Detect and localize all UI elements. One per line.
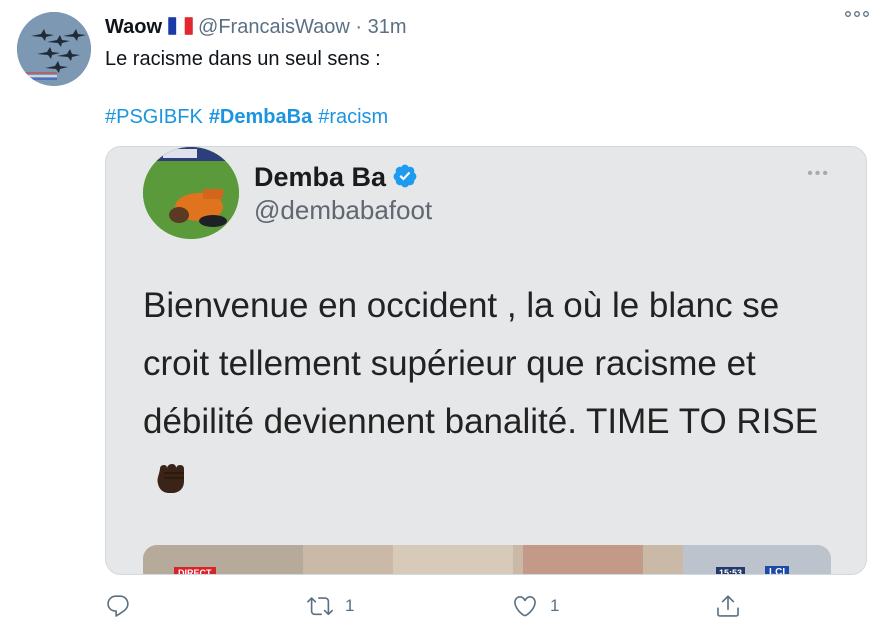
retweet-button[interactable]: 1 — [307, 590, 354, 622]
retweet-icon — [307, 597, 333, 616]
tweet-card[interactable]: Waow @FrancaisWaow · 31m Le racisme dans… — [0, 0, 882, 629]
retweet-count: 1 — [345, 596, 355, 615]
reply-button[interactable] — [105, 590, 143, 622]
embedded-video-preview: DIRECT 15:53 LCI — [143, 545, 831, 574]
tweet-text: Le racisme dans un seul sens : — [105, 48, 381, 70]
raised-fist-icon — [157, 464, 184, 493]
france-flag-icon — [168, 17, 194, 35]
embedded-more-icon: ••• — [807, 165, 830, 182]
hashtag-list: #PSGIBFK #DembaBa #racism — [105, 104, 394, 130]
more-options-icon[interactable] — [842, 4, 872, 24]
embedded-name-text: Demba Ba — [254, 162, 387, 192]
embedded-tweet-text: Bienvenue en occident , la où le blanc s… — [143, 277, 843, 509]
video-background — [683, 545, 831, 574]
tweet-actions: 1 1 — [105, 590, 865, 622]
hashtag-dembaba[interactable]: #DembaBa — [209, 106, 312, 128]
embedded-avatar — [143, 147, 239, 239]
meta-separator: · — [355, 16, 363, 38]
video-background — [523, 545, 643, 574]
tweet-media-image[interactable]: Demba Ba @dembabafoot ••• Bienvenue en o… — [105, 146, 867, 575]
channel-logo: LCI — [765, 566, 790, 574]
share-icon — [717, 595, 739, 617]
like-count: 1 — [550, 596, 560, 615]
verified-badge-icon — [393, 164, 417, 188]
share-button[interactable] — [715, 590, 741, 622]
embedded-author-handle: @dembabafoot — [254, 195, 433, 225]
reply-icon — [107, 595, 129, 617]
embedded-text-content: Bienvenue en occident , la où le blanc s… — [143, 286, 819, 441]
heart-icon — [514, 595, 536, 617]
hashtag-psgibfk[interactable]: #PSGIBFK — [105, 106, 203, 128]
video-background — [393, 545, 513, 574]
author-name[interactable]: Waow — [105, 16, 162, 38]
like-button[interactable]: 1 — [512, 590, 559, 622]
embedded-author-name: Demba Ba — [254, 159, 418, 195]
hashtag-racism[interactable]: #racism — [318, 106, 388, 128]
live-badge: DIRECT — [174, 567, 216, 574]
tweet-timestamp[interactable]: 31m — [368, 16, 407, 38]
clock-badge: 15:53 — [716, 567, 746, 574]
video-background — [143, 545, 303, 574]
author-handle[interactable]: @FrancaisWaow — [198, 16, 350, 38]
author-avatar[interactable] — [17, 12, 91, 86]
tweet-header: Waow @FrancaisWaow · 31m — [105, 14, 870, 40]
